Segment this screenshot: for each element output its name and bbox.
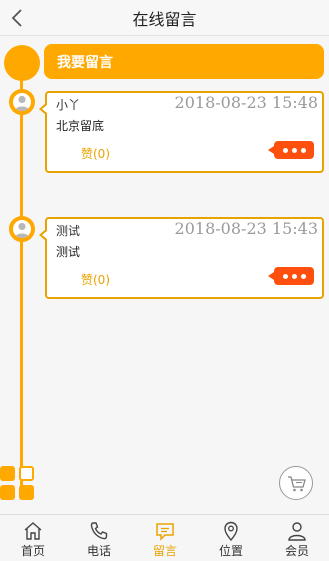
write-message-label: 我要留言 xyxy=(57,55,113,71)
bottom-tab-bar: 首页 电话 留言 位置 会员 xyxy=(0,514,329,561)
tab-label: 留言 xyxy=(152,544,177,558)
timeline-line xyxy=(20,60,23,492)
avatar xyxy=(9,89,35,115)
more-options-button[interactable] xyxy=(268,141,314,159)
message-content: 北京留底 xyxy=(56,119,105,133)
write-message-button[interactable]: 我要留言 xyxy=(44,44,324,79)
tab-phone[interactable]: 电话 xyxy=(66,515,132,561)
phone-icon xyxy=(90,522,108,540)
tab-label: 电话 xyxy=(86,544,111,558)
shopping-cart-icon xyxy=(288,476,306,492)
tab-home[interactable]: 首页 xyxy=(0,515,66,561)
message-icon xyxy=(156,523,174,541)
message-card: 小丫 2018-08-23 15:48 北京留底 赞(0) xyxy=(39,91,324,173)
tab-member[interactable]: 会员 xyxy=(264,515,329,561)
timeline-top-dot xyxy=(4,45,40,81)
page-title: 在线留言 xyxy=(132,10,197,29)
grid-menu-icon[interactable] xyxy=(0,466,36,502)
header-bar: 在线留言 xyxy=(0,0,329,36)
home-icon xyxy=(24,522,42,540)
user-avatar-icon xyxy=(15,222,29,238)
user-avatar-icon xyxy=(15,95,29,111)
message-content: 测试 xyxy=(56,245,81,259)
location-icon xyxy=(224,521,238,542)
message-card: 测试 2018-08-23 15:43 测试 赞(0) xyxy=(39,217,324,299)
like-button[interactable]: 赞(0) xyxy=(81,145,110,162)
tab-label: 会员 xyxy=(284,544,309,558)
like-button[interactable]: 赞(0) xyxy=(81,271,110,288)
more-options-button[interactable] xyxy=(268,267,314,285)
tab-label: 首页 xyxy=(20,544,45,558)
user-icon xyxy=(288,522,306,541)
avatar xyxy=(9,216,35,242)
message-time: 2018-08-23 15:48 xyxy=(174,93,318,112)
message-author: 测试 xyxy=(56,224,81,238)
tab-location[interactable]: 位置 xyxy=(198,515,264,561)
message-time: 2018-08-23 15:43 xyxy=(174,219,318,238)
message-author: 小丫 xyxy=(56,98,81,112)
cart-button[interactable] xyxy=(279,466,313,500)
tab-label: 位置 xyxy=(218,544,243,558)
tab-message[interactable]: 留言 xyxy=(132,515,198,561)
